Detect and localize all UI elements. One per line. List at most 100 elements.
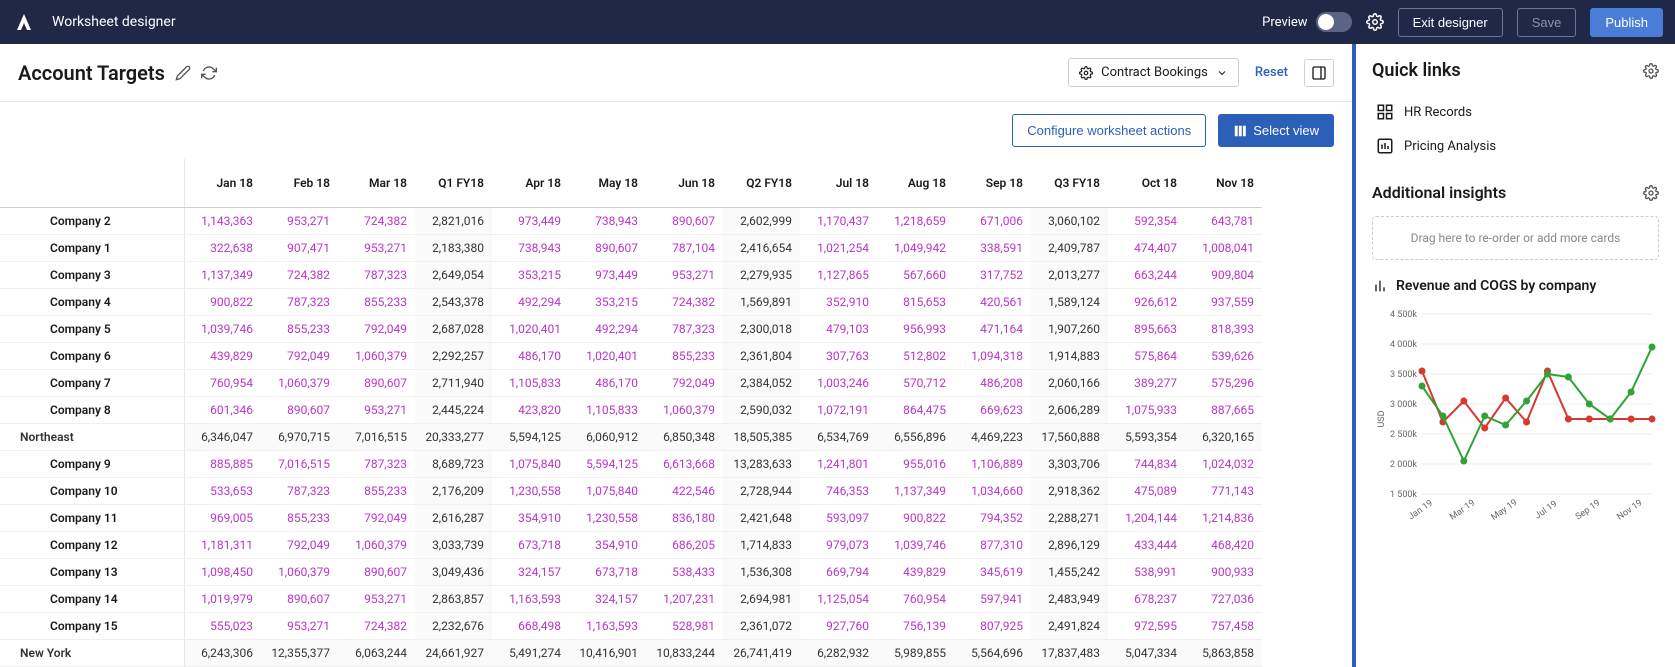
cell[interactable]: 2,896,129	[1031, 531, 1108, 558]
cell[interactable]: 686,205	[646, 531, 723, 558]
cell[interactable]: 807,925	[954, 612, 1031, 639]
preview-toggle[interactable]	[1316, 12, 1352, 32]
cell[interactable]: 2,445,224	[415, 396, 492, 423]
cell[interactable]: 2,590,032	[723, 396, 800, 423]
cell[interactable]: 433,444	[1108, 531, 1185, 558]
cell[interactable]: 6,556,896	[877, 423, 954, 450]
cell[interactable]: 2,728,944	[723, 477, 800, 504]
cell[interactable]: 6,060,912	[569, 423, 646, 450]
cell[interactable]: 937,559	[1185, 288, 1262, 315]
exit-designer-button[interactable]: Exit designer	[1398, 8, 1503, 37]
cell[interactable]: 1,075,840	[569, 477, 646, 504]
cell[interactable]: 468,420	[1185, 531, 1262, 558]
cell[interactable]: 1,163,593	[492, 585, 569, 612]
table-row[interactable]: Company 121,181,311792,0491,060,3793,033…	[0, 531, 1262, 558]
cell[interactable]: 1,106,889	[954, 450, 1031, 477]
table-row[interactable]: Company 11969,005855,233792,0492,616,287…	[0, 504, 1262, 531]
cell[interactable]: 643,781	[1185, 207, 1262, 234]
cell[interactable]: 13,283,633	[723, 450, 800, 477]
cell[interactable]: 492,294	[569, 315, 646, 342]
cell[interactable]: 1,455,242	[1031, 558, 1108, 585]
cell[interactable]: 575,296	[1185, 369, 1262, 396]
cell[interactable]: 724,382	[338, 207, 415, 234]
table-row[interactable]: New York6,243,30612,355,3776,063,24424,6…	[0, 639, 1262, 666]
cell[interactable]: 815,653	[877, 288, 954, 315]
cell[interactable]: 439,829	[184, 342, 261, 369]
cell[interactable]: 528,981	[646, 612, 723, 639]
column-header[interactable]: Q1 FY18	[415, 159, 492, 207]
cell[interactable]: 6,320,165	[1185, 423, 1262, 450]
cell[interactable]: 900,822	[184, 288, 261, 315]
cell[interactable]: 1,024,032	[1185, 450, 1262, 477]
cell[interactable]: 890,607	[338, 369, 415, 396]
cell[interactable]: 1,181,311	[184, 531, 261, 558]
cell[interactable]: 5,047,334	[1108, 639, 1185, 666]
publish-button[interactable]: Publish	[1590, 8, 1663, 37]
cell[interactable]: 10,833,244	[646, 639, 723, 666]
cell[interactable]: 26,741,419	[723, 639, 800, 666]
cell[interactable]: 1,137,349	[877, 477, 954, 504]
column-header[interactable]: Nov 18	[1185, 159, 1262, 207]
cell[interactable]: 953,271	[338, 396, 415, 423]
cell[interactable]: 1,039,746	[877, 531, 954, 558]
cell[interactable]: 890,607	[261, 396, 338, 423]
drag-reorder-zone[interactable]: Drag here to re-order or add more cards	[1372, 216, 1659, 260]
cell[interactable]: 533,653	[184, 477, 261, 504]
cell[interactable]: 794,352	[954, 504, 1031, 531]
cell[interactable]: 792,049	[338, 504, 415, 531]
table-row[interactable]: Company 10533,653787,323855,2332,176,209…	[0, 477, 1262, 504]
cell[interactable]: 2,421,648	[723, 504, 800, 531]
cell[interactable]: 895,663	[1108, 315, 1185, 342]
cell[interactable]: 2,292,257	[415, 342, 492, 369]
cell[interactable]: 2,060,166	[1031, 369, 1108, 396]
cell[interactable]: 2,918,362	[1031, 477, 1108, 504]
cell[interactable]: 727,036	[1185, 585, 1262, 612]
refresh-icon[interactable]	[201, 65, 217, 81]
cell[interactable]: 673,718	[492, 531, 569, 558]
cell[interactable]: 953,271	[338, 234, 415, 261]
cell[interactable]: 4,469,223	[954, 423, 1031, 450]
cell[interactable]: 345,619	[954, 558, 1031, 585]
cell[interactable]: 724,382	[646, 288, 723, 315]
cell[interactable]: 760,954	[184, 369, 261, 396]
cell[interactable]: 439,829	[877, 558, 954, 585]
cell[interactable]: 5,594,125	[492, 423, 569, 450]
table-row[interactable]: Company 15555,023953,271724,3822,232,676…	[0, 612, 1262, 639]
cell[interactable]: 1,204,144	[1108, 504, 1185, 531]
cell[interactable]: 575,864	[1108, 342, 1185, 369]
cell[interactable]: 669,623	[954, 396, 1031, 423]
cell[interactable]: 900,822	[877, 504, 954, 531]
cell[interactable]: 570,712	[877, 369, 954, 396]
cell[interactable]: 338,591	[954, 234, 1031, 261]
cell[interactable]: 1,105,833	[569, 396, 646, 423]
cell[interactable]: 2,416,654	[723, 234, 800, 261]
column-header[interactable]: Q3 FY18	[1031, 159, 1108, 207]
cell[interactable]: 1,170,437	[800, 207, 877, 234]
table-row[interactable]: Company 4900,822787,323855,2332,543,3784…	[0, 288, 1262, 315]
cell[interactable]: 555,023	[184, 612, 261, 639]
cell[interactable]: 890,607	[261, 585, 338, 612]
cell[interactable]: 1,125,054	[800, 585, 877, 612]
cell[interactable]: 864,475	[877, 396, 954, 423]
cell[interactable]: 3,049,436	[415, 558, 492, 585]
cell[interactable]: 539,626	[1185, 342, 1262, 369]
cell[interactable]: 8,689,723	[415, 450, 492, 477]
quick-link-pricing-analysis[interactable]: Pricing Analysis	[1372, 129, 1659, 163]
cell[interactable]: 1,589,124	[1031, 288, 1108, 315]
cell[interactable]: 2,176,209	[415, 477, 492, 504]
cell[interactable]: 877,310	[954, 531, 1031, 558]
cell[interactable]: 1,098,450	[184, 558, 261, 585]
column-header[interactable]: Jan 18	[184, 159, 261, 207]
reset-link[interactable]: Reset	[1255, 65, 1288, 80]
table-row[interactable]: Company 131,098,4501,060,379890,6073,049…	[0, 558, 1262, 585]
cell[interactable]: 2,649,054	[415, 261, 492, 288]
cell[interactable]: 887,665	[1185, 396, 1262, 423]
cell[interactable]: 474,407	[1108, 234, 1185, 261]
cell[interactable]: 3,060,102	[1031, 207, 1108, 234]
column-header[interactable]: Aug 18	[877, 159, 954, 207]
cell[interactable]: 538,433	[646, 558, 723, 585]
cell[interactable]: 818,393	[1185, 315, 1262, 342]
cell[interactable]: 486,170	[569, 369, 646, 396]
table-row[interactable]: Northeast6,346,0476,970,7157,016,51520,3…	[0, 423, 1262, 450]
cell[interactable]: 1,143,363	[184, 207, 261, 234]
